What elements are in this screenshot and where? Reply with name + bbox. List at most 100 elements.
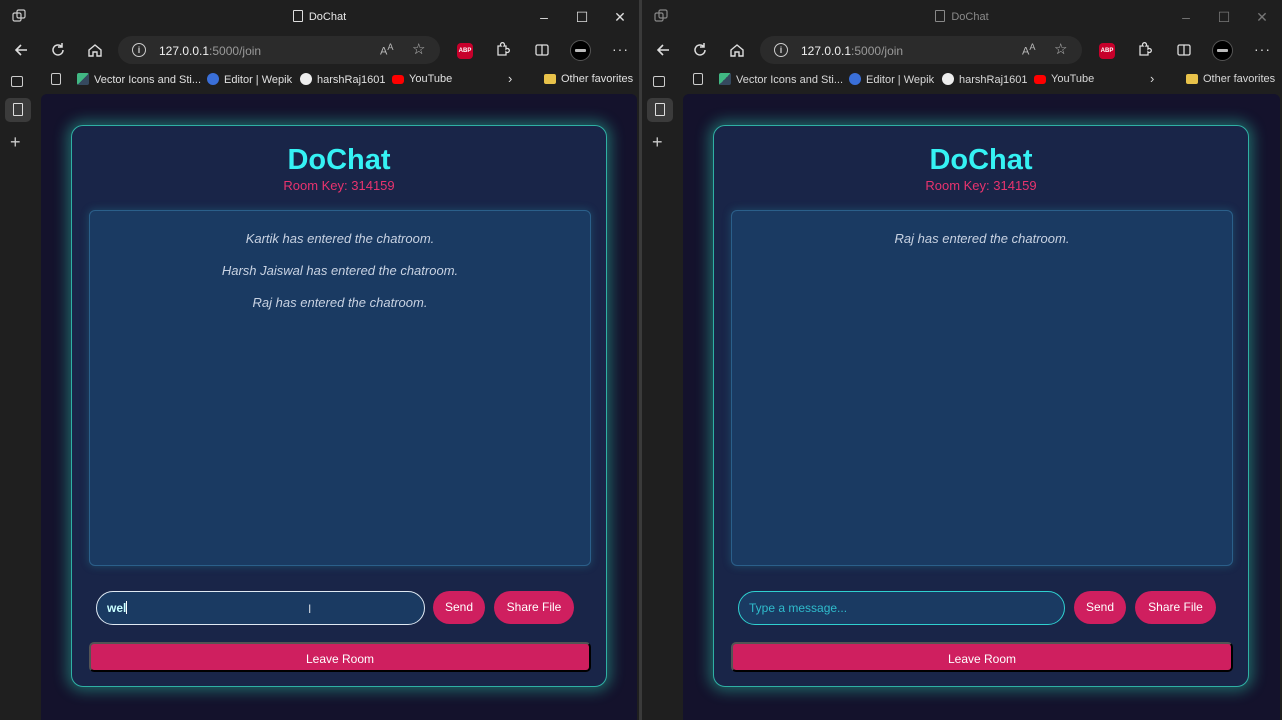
extensions-icon[interactable] <box>491 39 513 61</box>
bookmark-github[interactable]: harshRaj1601 <box>942 73 1028 86</box>
bookmark-wepik[interactable]: Editor | Wepik <box>849 73 934 86</box>
chat-messages[interactable]: Kartik has entered the chatroom. Harsh J… <box>89 210 591 566</box>
tab-dochat[interactable] <box>5 98 31 122</box>
new-tab-icon[interactable]: + <box>652 132 663 152</box>
chat-card: DoChat Room Key: 314159 Raj has entered … <box>713 125 1249 687</box>
maximize-icon[interactable]: ☐ <box>1214 7 1234 27</box>
extensions-icon[interactable] <box>1133 39 1155 61</box>
globe-icon <box>207 73 219 85</box>
window-title-text: DoChat <box>951 11 989 23</box>
send-button[interactable]: Send <box>1074 591 1126 624</box>
other-favorites-label: Other favorites <box>561 73 634 85</box>
share-file-button[interactable]: Share File <box>494 591 574 624</box>
adblock-plus-icon[interactable]: ABP <box>1099 43 1115 59</box>
favorite-star-icon[interactable]: ☆ <box>412 40 425 58</box>
home-icon[interactable] <box>726 39 748 61</box>
refresh-icon[interactable] <box>47 39 69 61</box>
info-icon[interactable]: i <box>132 43 146 57</box>
bookmark-label: Editor | Wepik <box>866 74 935 86</box>
globe-icon <box>849 73 861 85</box>
bookmark-github[interactable]: harshRaj1601 <box>300 73 386 86</box>
other-favorites[interactable]: Other favorites <box>544 73 633 85</box>
page-content: DoChat Room Key: 314159 Raj has entered … <box>683 94 1280 720</box>
window-title-text: DoChat <box>308 11 347 23</box>
bookmark-youtube[interactable]: YouTube <box>392 73 452 85</box>
room-key: Room Key: 314159 <box>283 178 395 193</box>
chevron-right-icon[interactable]: › <box>1150 71 1154 86</box>
vue-logo-icon <box>719 73 731 85</box>
page-content: DoChat Room Key: 314159 Kartik has enter… <box>41 94 637 720</box>
read-aloud-icon[interactable]: AA <box>380 42 393 58</box>
message-input[interactable]: Type a message... <box>738 591 1065 625</box>
adblock-plus-icon[interactable]: ABP <box>457 43 473 59</box>
tab-actions-icon[interactable] <box>653 76 665 87</box>
url-text[interactable]: 127.0.0.1:5000/join <box>801 44 903 58</box>
minimize-icon[interactable]: – <box>534 7 554 27</box>
home-icon[interactable] <box>84 39 106 61</box>
browser-window-left: DoChat – ☐ ✕ i 127.0.0.1:5000/join AA ☆ … <box>0 0 639 720</box>
app-title: DoChat <box>929 144 1033 176</box>
other-favorites[interactable]: Other favorites <box>1186 73 1275 85</box>
profile-avatar[interactable] <box>570 40 591 61</box>
bookmark-wepik[interactable]: Editor | Wepik <box>207 73 292 86</box>
page-icon <box>655 103 665 116</box>
bookmark-youtube[interactable]: YouTube <box>1034 73 1094 85</box>
back-icon[interactable] <box>10 39 32 61</box>
read-aloud-icon[interactable]: AA <box>1022 42 1035 58</box>
leave-room-button[interactable]: Leave Room <box>731 642 1233 672</box>
favorite-star-icon[interactable]: ☆ <box>1054 40 1067 58</box>
url-text[interactable]: 127.0.0.1:5000/join <box>159 44 261 58</box>
close-icon[interactable]: ✕ <box>1252 7 1272 27</box>
chevron-right-icon[interactable]: › <box>508 71 512 86</box>
split-screen-icon[interactable] <box>531 39 553 61</box>
vue-logo-icon <box>77 73 89 85</box>
github-icon <box>942 73 954 85</box>
bookmark-label: YouTube <box>409 73 453 85</box>
send-button[interactable]: Send <box>433 591 485 624</box>
page-icon <box>13 103 23 116</box>
more-menu-icon[interactable]: ··· <box>612 41 629 57</box>
title-bar: DoChat – ☐ ✕ <box>0 0 639 33</box>
url-host: 127.0.0.1 <box>801 44 852 58</box>
vertical-tab-sidebar: + <box>0 76 38 720</box>
page-icon <box>935 10 946 22</box>
address-bar[interactable]: i 127.0.0.1:5000/join AA ☆ <box>118 36 440 64</box>
system-message: Raj has entered the chatroom. <box>894 231 1070 246</box>
message-input[interactable]: wel <box>96 591 425 625</box>
refresh-icon[interactable] <box>689 39 711 61</box>
leave-room-button[interactable]: Leave Room <box>89 642 591 672</box>
back-icon[interactable] <box>652 39 674 61</box>
chat-messages[interactable]: Raj has entered the chatroom. <box>731 210 1233 566</box>
url-path: :5000/join <box>209 44 262 58</box>
maximize-icon[interactable]: ☐ <box>572 7 592 27</box>
browser-toolbar: i 127.0.0.1:5000/join AA ☆ ABP ··· <box>0 33 639 67</box>
split-screen-icon[interactable] <box>1173 39 1195 61</box>
bookmark-label: YouTube <box>1051 73 1095 85</box>
minimize-icon[interactable]: – <box>1176 7 1196 27</box>
system-message: Harsh Jaiswal has entered the chatroom. <box>221 263 459 278</box>
system-message: Kartik has entered the chatroom. <box>245 231 435 246</box>
bookmark-label: Editor | Wepik <box>224 74 293 86</box>
share-file-button[interactable]: Share File <box>1135 591 1216 624</box>
bookmark-label: harshRaj1601 <box>317 74 386 86</box>
info-icon[interactable]: i <box>774 43 788 57</box>
system-message: Raj has entered the chatroom. <box>252 295 428 310</box>
message-input-placeholder: Type a message... <box>749 601 848 615</box>
folder-icon <box>544 74 556 84</box>
message-input-value: wel <box>107 601 127 615</box>
tab-dochat[interactable] <box>647 98 673 122</box>
url-host: 127.0.0.1 <box>159 44 210 58</box>
tab-actions-icon[interactable] <box>11 76 23 87</box>
more-menu-icon[interactable]: ··· <box>1254 41 1271 57</box>
github-icon <box>300 73 312 85</box>
new-tab-icon[interactable]: + <box>10 132 21 152</box>
profile-avatar[interactable] <box>1212 40 1233 61</box>
bookmark-vector-icons[interactable]: Vector Icons and Sti... <box>77 73 201 86</box>
bookmark-vector-icons[interactable]: Vector Icons and Sti... <box>719 73 843 86</box>
bookmark-label: Vector Icons and Sti... <box>94 74 202 86</box>
address-bar[interactable]: i 127.0.0.1:5000/join AA ☆ <box>760 36 1082 64</box>
youtube-icon <box>392 75 404 84</box>
browser-window-right: DoChat – ☐ ✕ i 127.0.0.1:5000/join AA ☆ … <box>642 0 1282 720</box>
browser-toolbar: i 127.0.0.1:5000/join AA ☆ ABP ··· <box>642 33 1282 67</box>
close-icon[interactable]: ✕ <box>610 7 630 27</box>
